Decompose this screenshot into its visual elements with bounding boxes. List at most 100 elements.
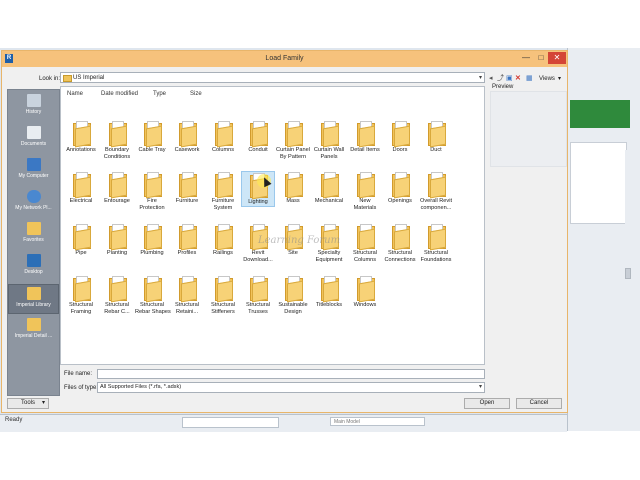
- close-button[interactable]: ✕: [548, 52, 566, 64]
- folder-item[interactable]: Structural Rebar C...: [100, 275, 134, 316]
- minimize-button[interactable]: —: [519, 52, 533, 64]
- folder-item[interactable]: Curtain Panel By Pattern: [276, 120, 310, 161]
- chevron-down-icon[interactable]: ▾: [479, 74, 482, 81]
- place-desktop[interactable]: Desktop: [8, 254, 59, 275]
- workset-selector[interactable]: [182, 417, 279, 428]
- folder-icon: [355, 172, 375, 199]
- folder-item[interactable]: Railings: [206, 223, 240, 257]
- place-history[interactable]: History: [8, 94, 59, 115]
- folder-label: Design: [284, 309, 302, 315]
- views-menu[interactable]: Views: [539, 76, 555, 82]
- column-size[interactable]: Size: [190, 91, 202, 97]
- new-folder-icon[interactable]: ▣: [506, 75, 513, 83]
- folder-icon: [319, 276, 339, 303]
- folder-item[interactable]: Mass: [276, 171, 310, 205]
- folder-item[interactable]: Structural Stiffeners: [206, 275, 240, 316]
- design-option-selector[interactable]: Main Model: [330, 417, 425, 426]
- folder-item[interactable]: Plumbing: [135, 223, 169, 257]
- folder-item[interactable]: Casework: [170, 120, 204, 154]
- folder-item[interactable]: Structural Retaini...: [170, 275, 204, 316]
- folder-icon: [177, 172, 197, 199]
- maximize-button[interactable]: □: [534, 52, 548, 64]
- folder-item[interactable]: Sustainable Design: [276, 275, 310, 316]
- place-my-computer[interactable]: My Computer: [8, 158, 59, 179]
- folder-label: By Pattern: [279, 154, 307, 160]
- folder-label: Structural: [211, 302, 235, 308]
- folder-item[interactable]: Doors: [383, 120, 417, 154]
- lookin-dropdown[interactable]: US Imperial ▾: [60, 72, 485, 83]
- folder-label: Mechanical: [314, 198, 344, 204]
- filetype-label: Files of type:: [64, 385, 99, 391]
- folder-icon: [71, 224, 91, 251]
- folder-icon: [283, 276, 303, 303]
- folder-item[interactable]: Furniture: [170, 171, 204, 205]
- folder-icon: [71, 276, 91, 303]
- folder-item[interactable]: Duct: [419, 120, 453, 154]
- folder-item[interactable]: Columns: [206, 120, 240, 154]
- folder-item[interactable]: Structural Trusses: [241, 275, 275, 316]
- preview-label: Preview: [492, 84, 514, 90]
- filetype-dropdown[interactable]: All Supported Files (*.rfa, *.adsk) ▾: [97, 382, 485, 393]
- folder-item[interactable]: Openings: [383, 171, 417, 205]
- folder-item[interactable]: Pipe: [64, 223, 98, 257]
- place-imperial-library[interactable]: Imperial Library: [8, 284, 59, 314]
- place-documents[interactable]: Documents: [8, 126, 59, 147]
- folder-item[interactable]: Windows: [348, 275, 382, 309]
- folder-item[interactable]: Structural Connections: [383, 223, 417, 264]
- folder-item[interactable]: Curtain Wall Panels: [312, 120, 346, 161]
- folder-label: Columns: [353, 257, 377, 263]
- up-folder-icon[interactable]: ⤴: [497, 75, 504, 83]
- folder-item[interactable]: Conduit: [241, 120, 275, 154]
- folder-item[interactable]: Structural Columns: [348, 223, 382, 264]
- back-icon[interactable]: ◂: [489, 75, 493, 83]
- folder-label: Structural: [105, 302, 129, 308]
- folder-item[interactable]: Fire Protection: [135, 171, 169, 212]
- folder-item[interactable]: Titleblocks: [312, 275, 346, 309]
- folder-item[interactable]: Boundary Conditions: [100, 120, 134, 161]
- filename-input[interactable]: [97, 369, 485, 379]
- network-icon: [26, 190, 41, 203]
- file-list[interactable]: Name Date modified Type Size Annotations…: [60, 86, 485, 365]
- folder-label: Trusses: [248, 309, 268, 315]
- open-button[interactable]: Open: [464, 398, 510, 409]
- folder-label: Site: [288, 250, 298, 256]
- scrollbar-thumb[interactable]: [625, 268, 631, 279]
- place-my-network[interactable]: My Network Pl...: [8, 190, 59, 211]
- folder-item[interactable]: Mechanical: [312, 171, 346, 205]
- folder-label: Lighting: [248, 199, 268, 205]
- column-type[interactable]: Type: [153, 91, 166, 97]
- folder-item[interactable]: Furniture System: [206, 171, 240, 212]
- place-favorites[interactable]: Favorites: [8, 222, 59, 243]
- column-date-modified[interactable]: Date modified: [101, 91, 138, 97]
- folder-item[interactable]: New Materials: [348, 171, 382, 212]
- folder-item[interactable]: Structural Foundations: [419, 223, 453, 264]
- delete-icon[interactable]: ✕: [515, 75, 521, 83]
- folder-item[interactable]: Structural Framing: [64, 275, 98, 316]
- folder-label: Duct: [430, 147, 442, 153]
- folder-item[interactable]: Structural Rebar Shapes: [135, 275, 171, 316]
- folder-icon: [248, 276, 268, 303]
- column-name[interactable]: Name: [67, 91, 83, 97]
- folder-item[interactable]: Detail Items: [348, 120, 382, 154]
- tools-button[interactable]: Tools ▾: [7, 398, 49, 409]
- folder-icon: [142, 276, 162, 303]
- chevron-down-icon[interactable]: ▾: [479, 383, 482, 392]
- place-imperial-detail[interactable]: Imperial Detail ...: [8, 318, 59, 339]
- folder-item[interactable]: Electrical: [64, 171, 98, 205]
- folder-label: Titleblocks: [315, 302, 343, 308]
- favorites-icon: [26, 222, 41, 235]
- folder-item[interactable]: Entourage: [100, 171, 134, 205]
- folder-item[interactable]: Overall Revit componen...: [419, 171, 453, 212]
- folder-item[interactable]: Annotations: [64, 120, 98, 154]
- cancel-button[interactable]: Cancel: [516, 398, 562, 409]
- views-dropdown-icon[interactable]: ▾: [558, 75, 561, 83]
- folder-item[interactable]: Planting: [100, 223, 134, 257]
- views-icon[interactable]: ▦: [526, 75, 533, 83]
- folder-icon: [355, 121, 375, 148]
- folder-icon: [390, 172, 410, 199]
- history-icon: [26, 94, 41, 107]
- folder-label: Mass: [286, 198, 300, 204]
- folder-item[interactable]: Cable Tray: [135, 120, 169, 154]
- folder-label: New: [359, 198, 371, 204]
- folder-item[interactable]: Profiles: [170, 223, 204, 257]
